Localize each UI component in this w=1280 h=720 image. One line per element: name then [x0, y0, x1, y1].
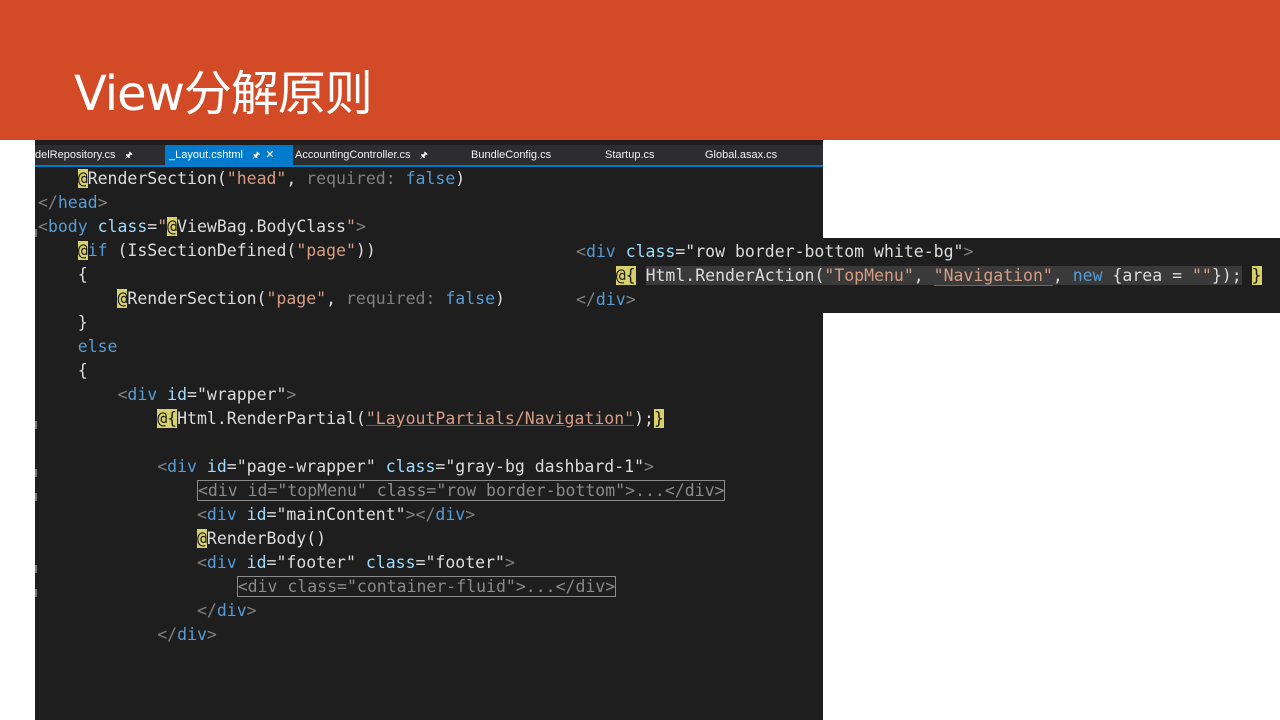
code-line: <div id="mainContent"></div>	[196, 505, 476, 524]
code-line: </head>	[38, 193, 108, 212]
code-line: else	[77, 337, 118, 356]
tab-label: Global.asax.cs	[705, 149, 778, 161]
tab-label: _Layout.cshtml	[169, 149, 243, 161]
code-line: {	[77, 361, 88, 380]
code-editor[interactable]: delRepository.cs 🖈 _Layout.cshtml 🖈 ✕ Accou…	[35, 140, 823, 720]
code-line: <body class="@ViewBag.BodyClass">	[38, 217, 366, 236]
tab-label: BundleConfig.cs	[471, 149, 552, 161]
tab-bundle-config[interactable]: BundleConfig.cs	[471, 145, 551, 165]
collapsed-region[interactable]: <div class="container-fluid">...</div>	[236, 576, 617, 597]
code-line: <div id="page-wrapper" class="gray-bg da…	[157, 457, 654, 476]
tab-label: delRepository.cs	[35, 149, 116, 161]
code-line: </div>	[157, 625, 217, 644]
tab-label: AccountingController.cs	[295, 149, 411, 161]
tab-global-asax[interactable]: Global.asax.cs	[705, 145, 777, 165]
tab-accounting-controller[interactable]: AccountingController.cs 🖈	[295, 145, 428, 165]
code-line: <div class="row border-bottom white-bg">	[576, 242, 974, 261]
pin-icon[interactable]: 🖈	[420, 150, 428, 160]
gutter-mark	[35, 469, 37, 477]
close-icon[interactable]: ✕	[265, 149, 274, 161]
slide-title: View分解原则	[74, 66, 373, 122]
tab-startup[interactable]: Startup.cs	[605, 145, 655, 165]
gutter-mark	[35, 493, 37, 501]
tab-label: Startup.cs	[605, 149, 655, 161]
code-line: <div id="topMenu" class="row border-bott…	[38, 479, 726, 503]
collapsed-region[interactable]: <div id="topMenu" class="row border-bott…	[196, 480, 726, 501]
pin-icon[interactable]: 🖈	[125, 150, 133, 160]
code-line: @RenderSection("page", required: false)	[117, 289, 505, 308]
code-line: </div>	[576, 290, 636, 309]
code-line: <div id="footer" class="footer">	[196, 553, 515, 572]
gutter-mark	[35, 229, 37, 237]
gutter-mark	[35, 565, 37, 573]
gutter-mark	[35, 589, 37, 597]
code-line: @{Html.RenderPartial("LayoutPartials/Nav…	[157, 409, 664, 428]
gutter-mark	[35, 421, 37, 429]
tab-bar: delRepository.cs 🖈 _Layout.cshtml 🖈 ✕ Accou…	[35, 145, 823, 167]
code-line: {	[77, 265, 88, 284]
pin-icon[interactable]: 🖈	[252, 150, 260, 160]
code-line: @{ Html.RenderAction("TopMenu", "Navigat…	[615, 266, 1262, 286]
tab-repository[interactable]: delRepository.cs 🖈	[35, 145, 133, 165]
code-line: <div id="wrapper">	[117, 385, 297, 404]
tab-layout-cshtml[interactable]: _Layout.cshtml 🖈 ✕	[165, 145, 293, 165]
code-line: @RenderBody()	[196, 529, 327, 548]
code-snippet-inset: <div class="row border-bottom white-bg">…	[570, 238, 1280, 313]
code-line: }	[77, 313, 88, 332]
code-line: <div class="container-fluid">...</div>	[38, 575, 617, 599]
code-line: @if (IsSectionDefined("page"))	[77, 241, 376, 260]
code-line: </div>	[196, 601, 257, 620]
code-line: @RenderSection("head", required: false)	[77, 169, 466, 188]
